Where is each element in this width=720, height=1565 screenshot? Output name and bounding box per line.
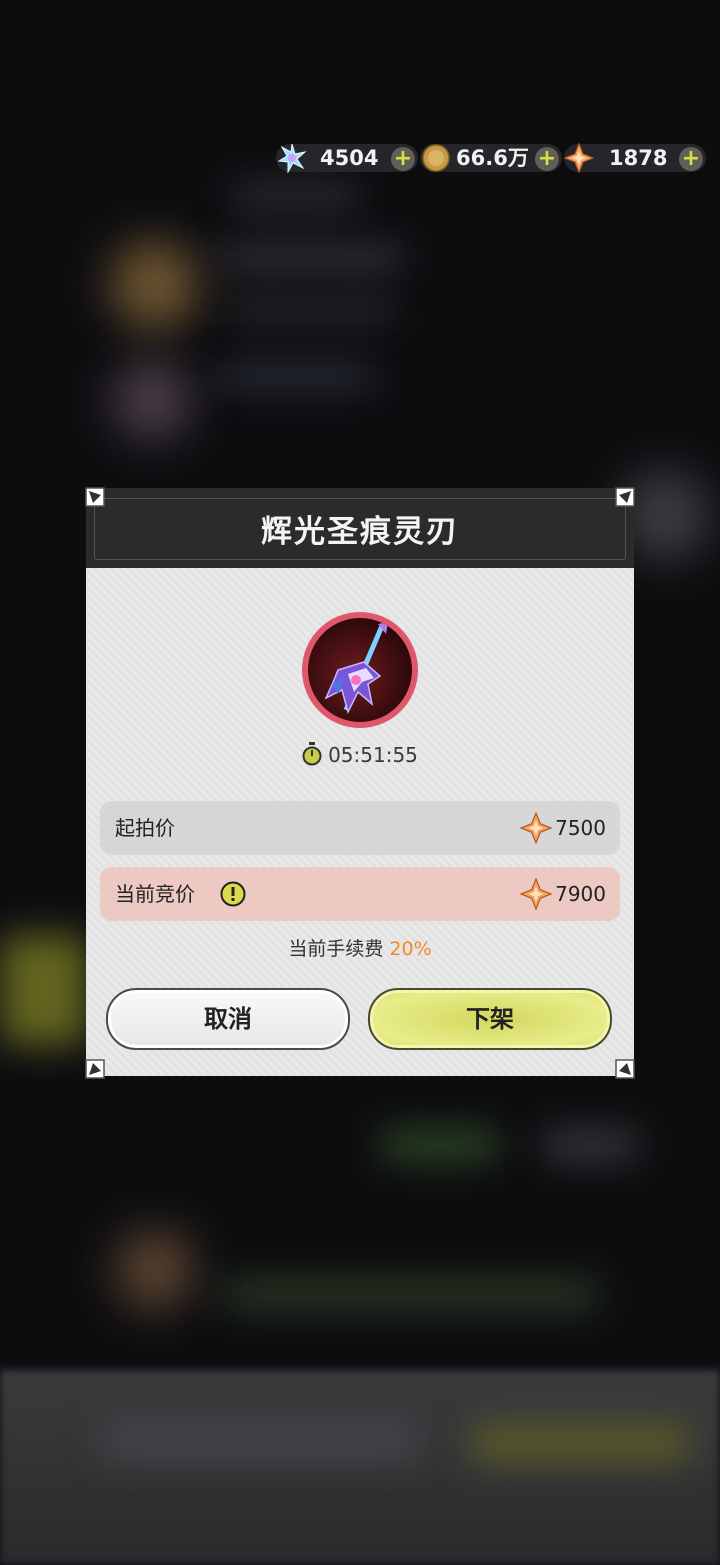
- corner-ornament-icon: [85, 487, 105, 507]
- start-price-row: 起拍价 7500: [100, 801, 620, 855]
- corner-ornament-icon: [85, 1059, 105, 1079]
- crystal-count: 1878: [609, 146, 668, 170]
- current-bid-row: 当前竞价 7900: [100, 867, 620, 921]
- fee-label: 当前手续费: [288, 938, 384, 960]
- auction-item-dialog: 辉光圣痕灵刃 05:51:55 起拍价 7500 当前竞价 7900 当前手续费…: [85, 487, 635, 1079]
- gem-count: 4504: [320, 146, 379, 170]
- start-price-value: 7500: [555, 816, 606, 840]
- fee-value: 20%: [389, 938, 432, 960]
- crystal-counter: 1878 +: [564, 143, 706, 173]
- dialog-title: 辉光圣痕灵刃: [261, 514, 459, 550]
- current-bid-value: 7900: [555, 882, 606, 906]
- add-crystals-button[interactable]: +: [679, 147, 703, 171]
- orange-crystal-icon: [520, 812, 552, 844]
- orange-crystal-icon: [564, 143, 594, 173]
- delist-button[interactable]: 下架: [368, 988, 612, 1050]
- sword-item-icon: [324, 622, 388, 715]
- stopwatch-icon: [302, 742, 322, 766]
- add-coins-button[interactable]: +: [535, 147, 559, 171]
- timer-value: 05:51:55: [328, 743, 418, 767]
- fee-info: 当前手续费 20%: [86, 934, 634, 961]
- dialog-header: 辉光圣痕灵刃: [86, 488, 634, 568]
- gem-counter: 4504 +: [276, 143, 418, 173]
- add-gems-button[interactable]: +: [391, 147, 415, 171]
- item-portrait: [302, 612, 418, 728]
- current-bid-label: 当前竞价: [115, 882, 195, 906]
- info-icon[interactable]: [220, 881, 246, 907]
- countdown-timer: 05:51:55: [86, 742, 634, 767]
- coin-counter: 66.6万 +: [420, 144, 562, 172]
- start-price-label: 起拍价: [115, 816, 175, 840]
- snowflake-gem-icon: [277, 143, 307, 173]
- currency-bar: 4504 + 66.6万 + 1878 +: [276, 140, 706, 176]
- cancel-button[interactable]: 取消: [106, 988, 350, 1050]
- coin-count: 66.6万: [456, 146, 529, 170]
- corner-ornament-icon: [615, 1059, 635, 1079]
- orange-crystal-icon: [520, 878, 552, 910]
- gold-coin-icon: [422, 144, 450, 172]
- corner-ornament-icon: [615, 487, 635, 507]
